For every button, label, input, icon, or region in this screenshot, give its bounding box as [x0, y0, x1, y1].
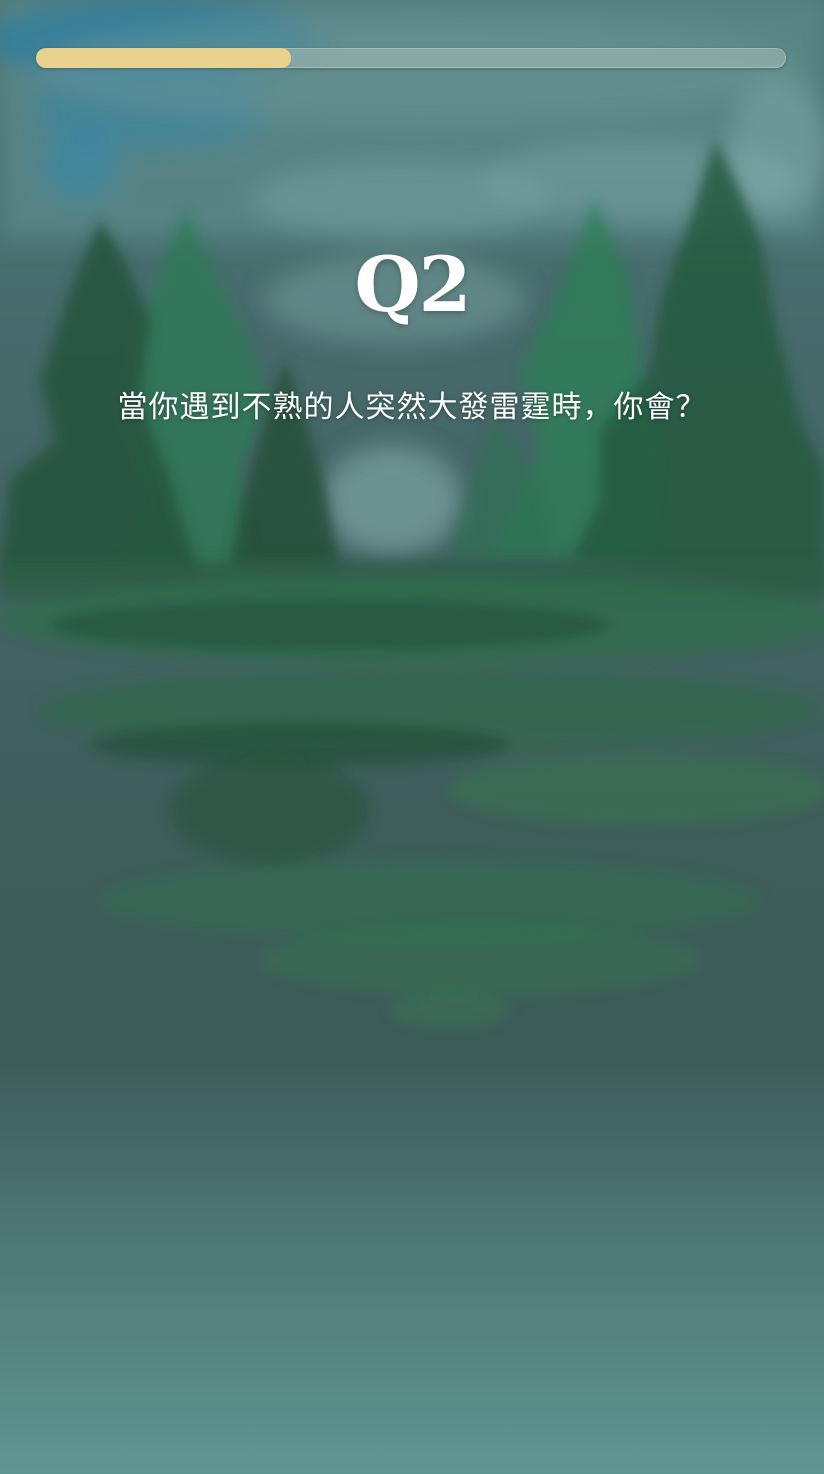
watercolor-ground	[0, 560, 824, 1028]
quiz-progress-fill	[36, 48, 291, 68]
watercolor-forest-background	[0, 0, 824, 1028]
question-number: Q2	[354, 240, 471, 329]
quiz-progress-bar	[36, 48, 786, 68]
question-text: 當你遇到不熟的人突然大發雷霆時，你會？	[117, 390, 707, 425]
